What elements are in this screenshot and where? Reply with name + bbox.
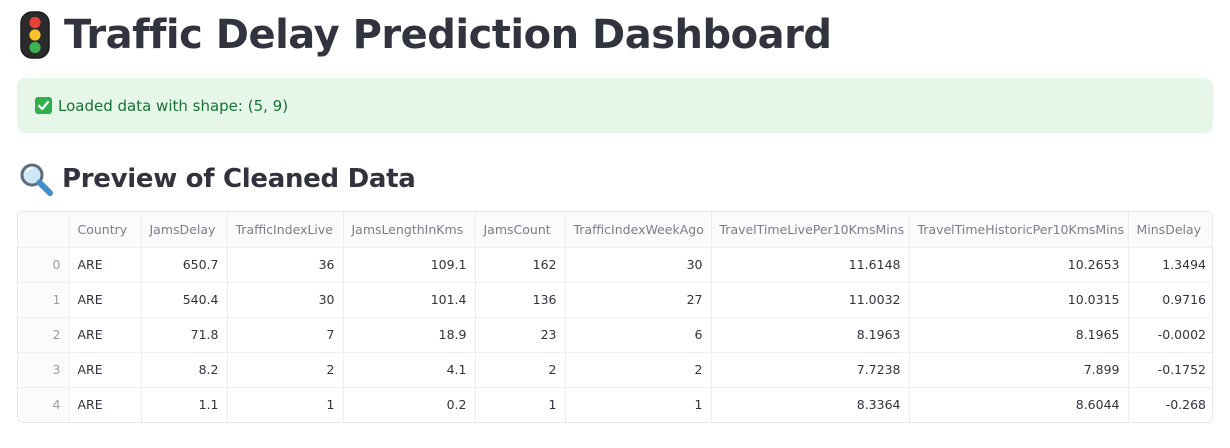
table-cell[interactable]: 2 (565, 352, 712, 388)
table-cell[interactable]: ARE (69, 317, 142, 353)
table-cell[interactable]: 27 (565, 282, 712, 318)
table-row: 0 ARE 650.7 36 109.1 162 30 11.6148 10.2… (18, 247, 1212, 283)
row-index-cell[interactable]: 0 (18, 247, 70, 283)
table-cell[interactable]: ARE (69, 387, 142, 422)
table-cell[interactable]: 10.2653 (909, 247, 1129, 283)
table-cell[interactable]: 1 (565, 387, 712, 422)
table-cell[interactable]: 8.2 (141, 352, 228, 388)
table-cell[interactable]: ARE (69, 247, 142, 283)
table-header-row: Country JamsDelay TrafficIndexLive JamsL… (18, 212, 1212, 248)
row-index-cell[interactable]: 3 (18, 352, 70, 388)
traffic-light-icon (20, 11, 50, 59)
success-alert: Loaded data with shape: (5, 9) (17, 78, 1213, 133)
table-cell[interactable]: 30 (565, 247, 712, 283)
check-mark-icon (35, 97, 52, 114)
table-cell[interactable]: 8.1965 (909, 317, 1129, 353)
table-cell[interactable]: 7.7238 (711, 352, 910, 388)
table-cell[interactable]: 109.1 (343, 247, 476, 283)
table-cell[interactable]: 162 (475, 247, 566, 283)
row-index-cell[interactable]: 1 (18, 282, 70, 318)
table-cell[interactable]: 7.899 (909, 352, 1129, 388)
table-cell[interactable]: 1 (475, 387, 566, 422)
table-cell[interactable]: 8.6044 (909, 387, 1129, 422)
table-cell[interactable]: 71.8 (141, 317, 228, 353)
column-header[interactable]: JamsCount (475, 212, 566, 248)
magnifying-glass-icon (20, 163, 53, 196)
page-title: Traffic Delay Prediction Dashboard (18, 8, 832, 62)
table-cell[interactable]: 10.0315 (909, 282, 1129, 318)
table-cell[interactable]: 2 (227, 352, 344, 388)
column-header[interactable]: TrafficIndexWeekAgo (565, 212, 712, 248)
column-header[interactable]: JamsDelay (141, 212, 228, 248)
table-cell[interactable]: 0.9716 (1128, 282, 1212, 318)
page: Traffic Delay Prediction Dashboard Loade… (0, 0, 1230, 448)
table-row: 2 ARE 71.8 7 18.9 23 6 8.1963 8.1965 -0.… (18, 317, 1212, 353)
table-row: 1 ARE 540.4 30 101.4 136 27 11.0032 10.0… (18, 282, 1212, 318)
table-cell[interactable]: 8.1963 (711, 317, 910, 353)
table-cell[interactable]: 30 (227, 282, 344, 318)
table-row: 3 ARE 8.2 2 4.1 2 2 7.7238 7.899 -0.1752 (18, 352, 1212, 388)
table-cell[interactable]: 2 (475, 352, 566, 388)
column-header[interactable]: JamsLengthInKms (343, 212, 476, 248)
row-index-cell[interactable]: 4 (18, 387, 70, 422)
column-header[interactable]: TravelTimeLivePer10KmsMins (711, 212, 910, 248)
table-cell[interactable]: 650.7 (141, 247, 228, 283)
column-header[interactable]: Country (69, 212, 142, 248)
table-cell[interactable]: 4.1 (343, 352, 476, 388)
table-cell[interactable]: -0.0002 (1128, 317, 1212, 353)
table-cell[interactable]: 0.2 (343, 387, 476, 422)
table-cell[interactable]: 8.3364 (711, 387, 910, 422)
table-cell[interactable]: 18.9 (343, 317, 476, 353)
table-row: 4 ARE 1.1 1 0.2 1 1 8.3364 8.6044 -0.268 (18, 387, 1212, 422)
table-cell[interactable]: 136 (475, 282, 566, 318)
column-header[interactable]: MinsDelay (1128, 212, 1212, 248)
table-cell[interactable]: -0.1752 (1128, 352, 1212, 388)
data-table[interactable]: Country JamsDelay TrafficIndexLive JamsL… (17, 211, 1213, 423)
column-header[interactable]: TrafficIndexLive (227, 212, 344, 248)
table-cell[interactable]: 23 (475, 317, 566, 353)
column-header[interactable] (18, 212, 70, 248)
table-cell[interactable]: ARE (69, 352, 142, 388)
table-cell[interactable]: 1.1 (141, 387, 228, 422)
row-index-cell[interactable]: 2 (18, 317, 70, 353)
section-title-text: Preview of Cleaned Data (62, 164, 416, 194)
table-cell[interactable]: 1 (227, 387, 344, 422)
section-title: Preview of Cleaned Data (18, 159, 416, 199)
column-header[interactable]: TravelTimeHistoricPer10KmsMins (909, 212, 1129, 248)
table-cell[interactable]: ARE (69, 282, 142, 318)
table-cell[interactable]: 540.4 (141, 282, 228, 318)
table-cell[interactable]: -0.268 (1128, 387, 1212, 422)
table-cell[interactable]: 11.6148 (711, 247, 910, 283)
table-cell[interactable]: 11.0032 (711, 282, 910, 318)
table-cell[interactable]: 6 (565, 317, 712, 353)
table-cell[interactable]: 101.4 (343, 282, 476, 318)
table-cell[interactable]: 7 (227, 317, 344, 353)
page-title-text: Traffic Delay Prediction Dashboard (64, 12, 832, 58)
table-cell[interactable]: 36 (227, 247, 344, 283)
table-cell[interactable]: 1.3494 (1128, 247, 1212, 283)
alert-text: Loaded data with shape: (5, 9) (58, 96, 289, 115)
